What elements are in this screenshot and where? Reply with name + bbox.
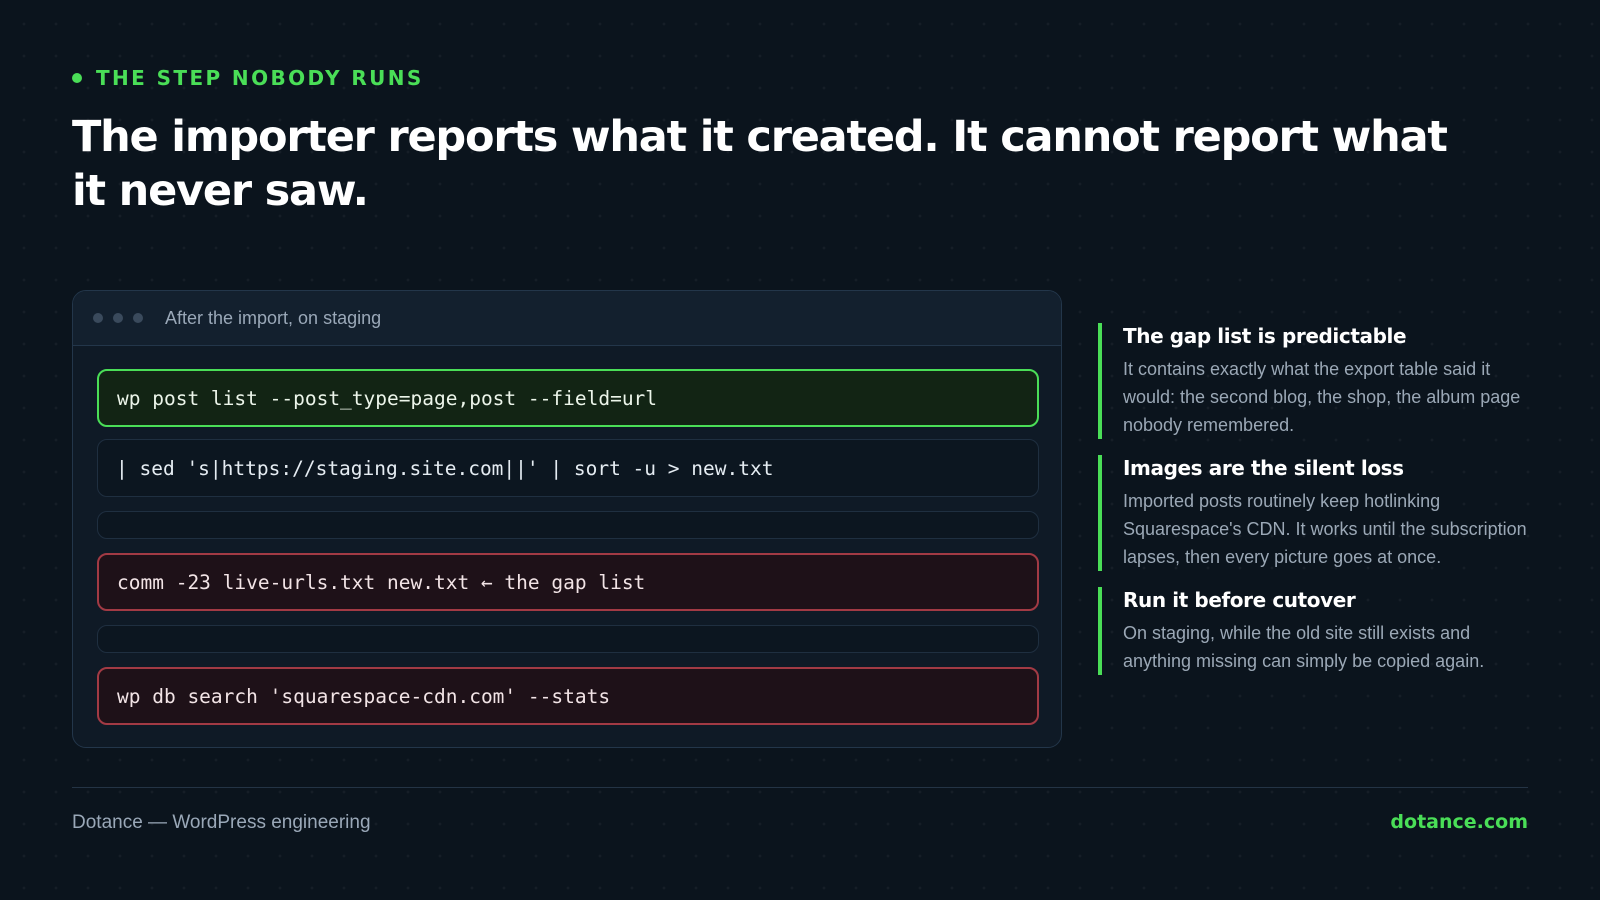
command-line-blank <box>97 511 1039 539</box>
window-dot-icon <box>93 313 103 323</box>
note-title: The gap list is predictable <box>1123 324 1407 348</box>
command-line-sed-sort[interactable]: | sed 's|https://staging.site.com||' | s… <box>97 439 1039 497</box>
command-line-blank <box>97 625 1039 653</box>
command-line-post-list[interactable]: wp post list --post_type=page,post --fie… <box>97 369 1039 427</box>
note-title: Images are the silent loss <box>1123 456 1404 480</box>
note-gap-list: The gap list is predictable It contains … <box>1098 323 1538 439</box>
window-dot-icon <box>113 313 123 323</box>
note-title: Run it before cutover <box>1123 588 1356 612</box>
note-body: It contains exactly what the export tabl… <box>1123 359 1521 435</box>
command-line-db-search[interactable]: wp db search 'squarespace-cdn.com' --sta… <box>97 667 1039 725</box>
note-run-before-cutover: Run it before cutover On staging, while … <box>1098 587 1538 675</box>
footer-divider <box>72 787 1528 788</box>
note-body: Imported posts routinely keep hotlinking… <box>1123 491 1527 567</box>
notes-panel: The gap list is predictable It contains … <box>1098 323 1538 691</box>
footer-site-link[interactable]: dotance.com <box>1390 811 1528 833</box>
note-images: Images are the silent loss Imported post… <box>1098 455 1538 571</box>
footer-credit: Dotance — WordPress engineering <box>72 812 371 833</box>
window-dot-icon <box>133 313 143 323</box>
note-body: On staging, while the old site still exi… <box>1123 623 1485 671</box>
terminal-header: After the import, on staging <box>73 291 1061 346</box>
terminal-window: After the import, on staging wp post lis… <box>72 290 1062 748</box>
page-title: The importer reports what it created. It… <box>72 112 1448 216</box>
command-line-comm[interactable]: comm -23 live-urls.txt new.txt ← the gap… <box>97 553 1039 611</box>
eyebrow-label: THE STEP NOBODY RUNS <box>96 66 424 90</box>
eyebrow: THE STEP NOBODY RUNS <box>72 66 424 90</box>
eyebrow-dot <box>72 73 82 83</box>
terminal-title: After the import, on staging <box>165 307 382 328</box>
